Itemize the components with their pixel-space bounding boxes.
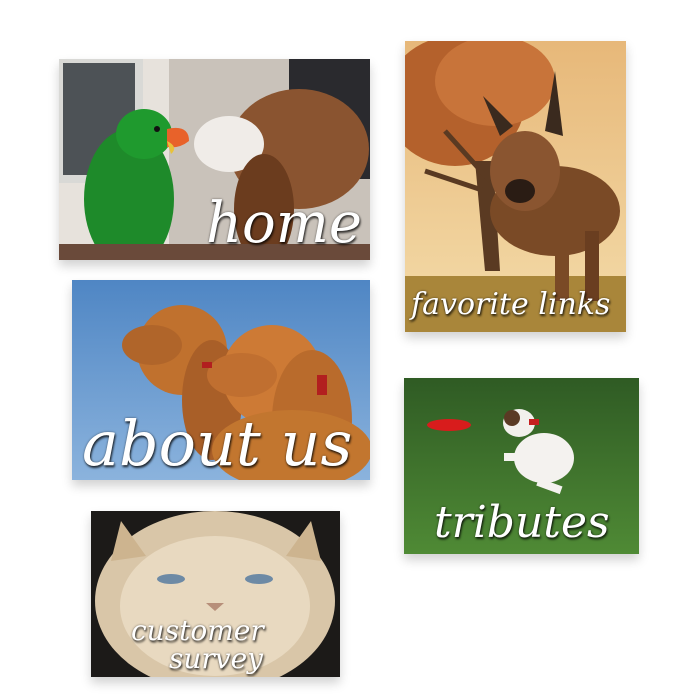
favorite-links-tile[interactable]: favorite links [405, 41, 626, 332]
about-us-tile[interactable]: about us [72, 280, 370, 480]
favorite-links-label: favorite links [411, 287, 611, 322]
customer-survey-label-line2: survey [169, 642, 263, 675]
tributes-tile[interactable]: tributes [404, 378, 639, 554]
about-us-label: about us [82, 407, 353, 480]
home-label: home [205, 191, 362, 256]
customer-survey-tile[interactable]: customer survey [91, 511, 340, 677]
home-link-tile[interactable]: home [59, 59, 370, 260]
tributes-label: tributes [434, 497, 610, 548]
